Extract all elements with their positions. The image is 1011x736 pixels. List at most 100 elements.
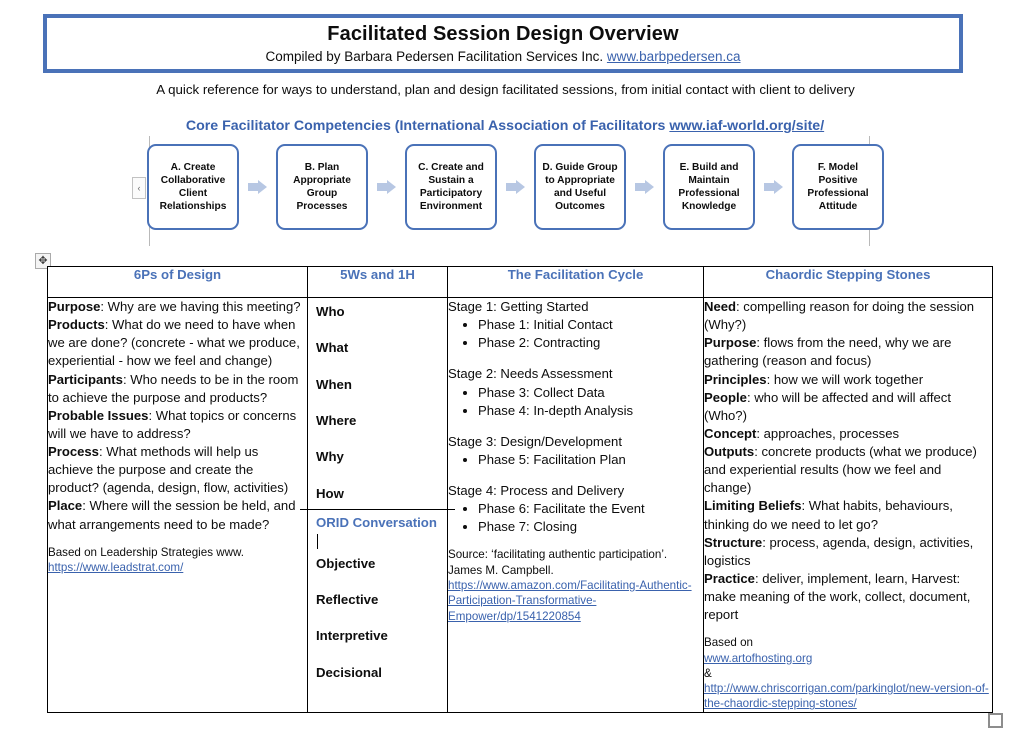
six-ps-list: Purpose: Why are we having this meeting?…: [48, 298, 307, 534]
ws-question-list: Who What When Where Why How: [316, 304, 439, 502]
competency-box-row: A. Create Collaborative Client Relations…: [147, 144, 884, 230]
stage-spacer: [448, 469, 703, 482]
stage-title: Stage 1: Getting Started: [448, 299, 589, 314]
arrow-right-icon: [377, 179, 396, 195]
cell-5ws-and-1h[interactable]: Who What When Where Why How ORID Conversation…: [300, 297, 455, 713]
col1-source: Based on Leadership Strategies www. http…: [48, 545, 307, 576]
table-resize-handle[interactable]: [988, 713, 1003, 728]
orid-item: Interpretive: [316, 628, 388, 644]
arrow-right-icon: [248, 179, 267, 195]
arrow-right-icon: [635, 179, 654, 195]
stage-title: Stage 3: Design/Development: [448, 433, 622, 449]
chaordic-item: Limiting Beliefs: What habits, behaviour…: [704, 497, 992, 533]
chaordic-item: Outputs: concrete products (what we prod…: [704, 443, 992, 497]
six-ps-item: Participants: Who needs to be in the roo…: [48, 371, 307, 407]
phase-list: Phase 1: Initial ContactPhase 2: Contrac…: [448, 316, 703, 352]
chaordic-item: Need: compelling reason for doing the se…: [704, 298, 992, 334]
ws-item: Who: [316, 304, 345, 319]
orid-item: Reflective: [316, 591, 379, 607]
orid-title: ORID Conversation: [316, 514, 437, 530]
chaordic-item-text: : compelling reason for doing the sessio…: [704, 299, 975, 333]
stage-spacer: [448, 352, 703, 365]
competency-box-c[interactable]: C. Create and Sustain a Participatory En…: [405, 144, 497, 230]
artofhosting-link[interactable]: www.artofhosting.org: [704, 651, 992, 666]
competency-box-d[interactable]: D. Guide Group to Appropriate and Useful…: [534, 144, 626, 230]
chaordic-item-label: Outputs: [704, 444, 755, 459]
phase-item: Phase 1: Initial Contact: [478, 316, 703, 334]
competencies-diagram: Core Facilitator Competencies (Internati…: [132, 118, 884, 246]
chriscorrigan-link[interactable]: http://www.chriscorrigan.com/parkinglot/…: [704, 681, 992, 712]
six-ps-item-text: : Why are we having this meeting?: [100, 299, 301, 314]
column-header-5ws: 5Ws and 1H: [307, 266, 448, 298]
column-header-chaordic: Chaordic Stepping Stones: [703, 266, 993, 298]
chaordic-item-label: Structure: [704, 534, 763, 550]
chaordic-item-label: Limiting Beliefs: [704, 498, 802, 514]
iaf-link[interactable]: www.iaf-world.org/site/: [669, 118, 824, 134]
chaordic-item: Practice: deliver, implement, learn, Har…: [704, 570, 992, 624]
chaordic-item-label: Need: [704, 299, 737, 314]
cell-chaordic-stepping-stones[interactable]: Need: compelling reason for doing the se…: [703, 297, 993, 713]
ws-item: What: [316, 340, 349, 356]
chaordic-item-label: Concept: [704, 425, 757, 441]
col4-source-mid: &: [704, 666, 712, 680]
phase-list: Phase 5: Facilitation Plan: [448, 451, 703, 469]
table-header-row: 6Ps of Design 5Ws and 1H The Facilitatio…: [47, 266, 993, 298]
phase-item: Phase 3: Collect Data: [478, 384, 703, 402]
chaordic-list: Need: compelling reason for doing the se…: [704, 298, 992, 624]
ws-section: Who What When Where Why How: [308, 298, 447, 509]
competency-box-f[interactable]: F. Model Positive Professional Attitude: [792, 144, 884, 230]
six-ps-item-text: : Where will the session be held, and wh…: [48, 498, 296, 532]
expand-text-pane-button[interactable]: ‹: [132, 177, 146, 199]
chaordic-item-text: : how we will work together: [766, 371, 924, 387]
stage-spacer: [448, 420, 703, 433]
six-ps-item: Products: What do we need to have when w…: [48, 316, 307, 370]
phase-item: Phase 2: Contracting: [478, 334, 703, 352]
ws-item: When: [316, 376, 352, 392]
orid-section: ORID Conversation Objective Reflective Int…: [308, 510, 447, 689]
competency-box-e[interactable]: E. Build and Maintain Professional Knowl…: [663, 144, 755, 230]
col3-source-line2: James M. Campbell.: [448, 563, 554, 577]
amazon-link[interactable]: https://www.amazon.com/Facilitating-Auth…: [448, 578, 703, 624]
chaordic-item: Concept: approaches, processes: [704, 425, 992, 443]
chaordic-item-label: Purpose: [704, 335, 757, 351]
cell-6ps-of-design[interactable]: Purpose: Why are we having this meeting?…: [47, 297, 308, 713]
phase-list: Phase 3: Collect DataPhase 4: In-depth A…: [448, 384, 703, 420]
chaordic-item: Purpose: flows from the need, why we are…: [704, 334, 992, 370]
column-header-6ps: 6Ps of Design: [47, 266, 308, 298]
design-overview-table: 6Ps of Design 5Ws and 1H The Facilitatio…: [47, 266, 993, 713]
table-body-row: Purpose: Why are we having this meeting?…: [47, 297, 993, 713]
ws-item: Where: [316, 413, 357, 429]
competency-box-a[interactable]: A. Create Collaborative Client Relations…: [147, 144, 239, 230]
compiled-by-text: Compiled by Barbara Pedersen Facilitatio…: [265, 48, 607, 64]
chaordic-item: Principles: how we will work together: [704, 371, 992, 389]
chaordic-item-label: People: [704, 389, 747, 405]
title-banner: Facilitated Session Design Overview Comp…: [43, 14, 963, 73]
text-cursor: [316, 532, 439, 555]
phase-list: Phase 6: Facilitate the EventPhase 7: Cl…: [448, 500, 703, 536]
ws-item: How: [316, 485, 344, 501]
stage-title: Stage 2: Needs Assessment: [448, 366, 613, 382]
tagline: A quick reference for ways to understand…: [156, 82, 855, 97]
ws-item: Why: [316, 449, 344, 465]
six-ps-item-label: Process: [48, 444, 99, 459]
phase-item: Phase 6: Facilitate the Event: [478, 500, 703, 518]
six-ps-item-label: Probable Issues: [48, 407, 149, 423]
col1-source-text: Based on Leadership Strategies www.: [48, 545, 244, 559]
barbpedersen-link[interactable]: www.barbpedersen.ca: [607, 49, 741, 64]
six-ps-item-label: Products: [48, 317, 105, 333]
document-page: Facilitated Session Design Overview Comp…: [0, 0, 1011, 736]
competency-box-b[interactable]: B. Plan Appropriate Group Processes: [276, 144, 368, 230]
competencies-title: Core Facilitator Competencies (Internati…: [140, 118, 870, 134]
six-ps-item-label: Purpose: [48, 299, 101, 314]
six-ps-item: Purpose: Why are we having this meeting?: [48, 298, 307, 316]
orid-item: Objective: [316, 555, 376, 571]
cell-facilitation-cycle[interactable]: Stage 1: Getting Started Phase 1: Initial…: [447, 297, 704, 713]
col4-source: Based on www.artofhosting.org & http://w…: [704, 635, 992, 711]
leadstrat-link[interactable]: https://www.leadstrat.com/: [48, 560, 307, 575]
stage-list: Stage 1: Getting Started Phase 1: Initial…: [448, 298, 703, 536]
chaordic-item-text: : approaches, processes: [756, 425, 900, 441]
stage-title: Stage 4: Process and Delivery: [448, 483, 625, 498]
compiled-by-line: Compiled by Barbara Pedersen Facilitatio…: [266, 49, 741, 65]
col3-source-line1: Source: ‘facilitating authentic particip…: [448, 548, 668, 562]
chaordic-item-label: Practice: [704, 570, 755, 586]
